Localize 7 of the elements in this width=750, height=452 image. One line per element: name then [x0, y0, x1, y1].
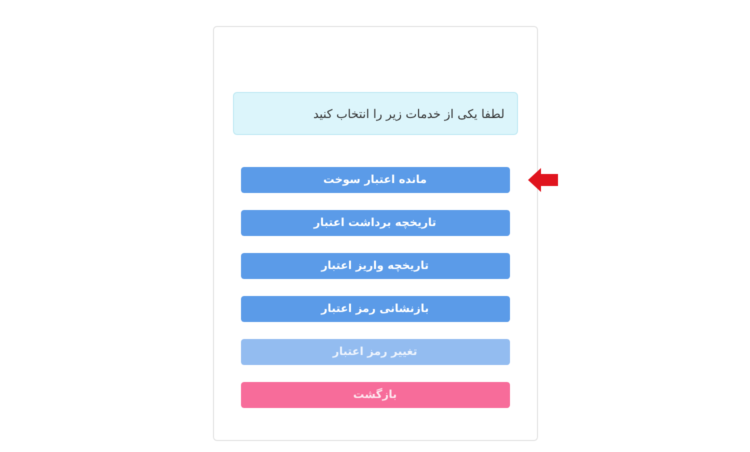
menu-button[interactable]: تاریخچه برداشت اعتبار — [240, 210, 510, 236]
menu-button[interactable]: بازگشت — [240, 382, 510, 408]
menu-button[interactable]: مانده اعتبار سوخت — [240, 167, 510, 193]
menu-button[interactable]: تاریخچه واریز اعتبار — [240, 253, 510, 279]
menu-button[interactable]: تغییر رمز اعتبار — [240, 339, 510, 365]
info-message: لطفا یکی از خدمات زیر را انتخاب کنید — [232, 92, 518, 135]
menu-button[interactable]: بازنشانی رمز اعتبار — [240, 296, 510, 322]
